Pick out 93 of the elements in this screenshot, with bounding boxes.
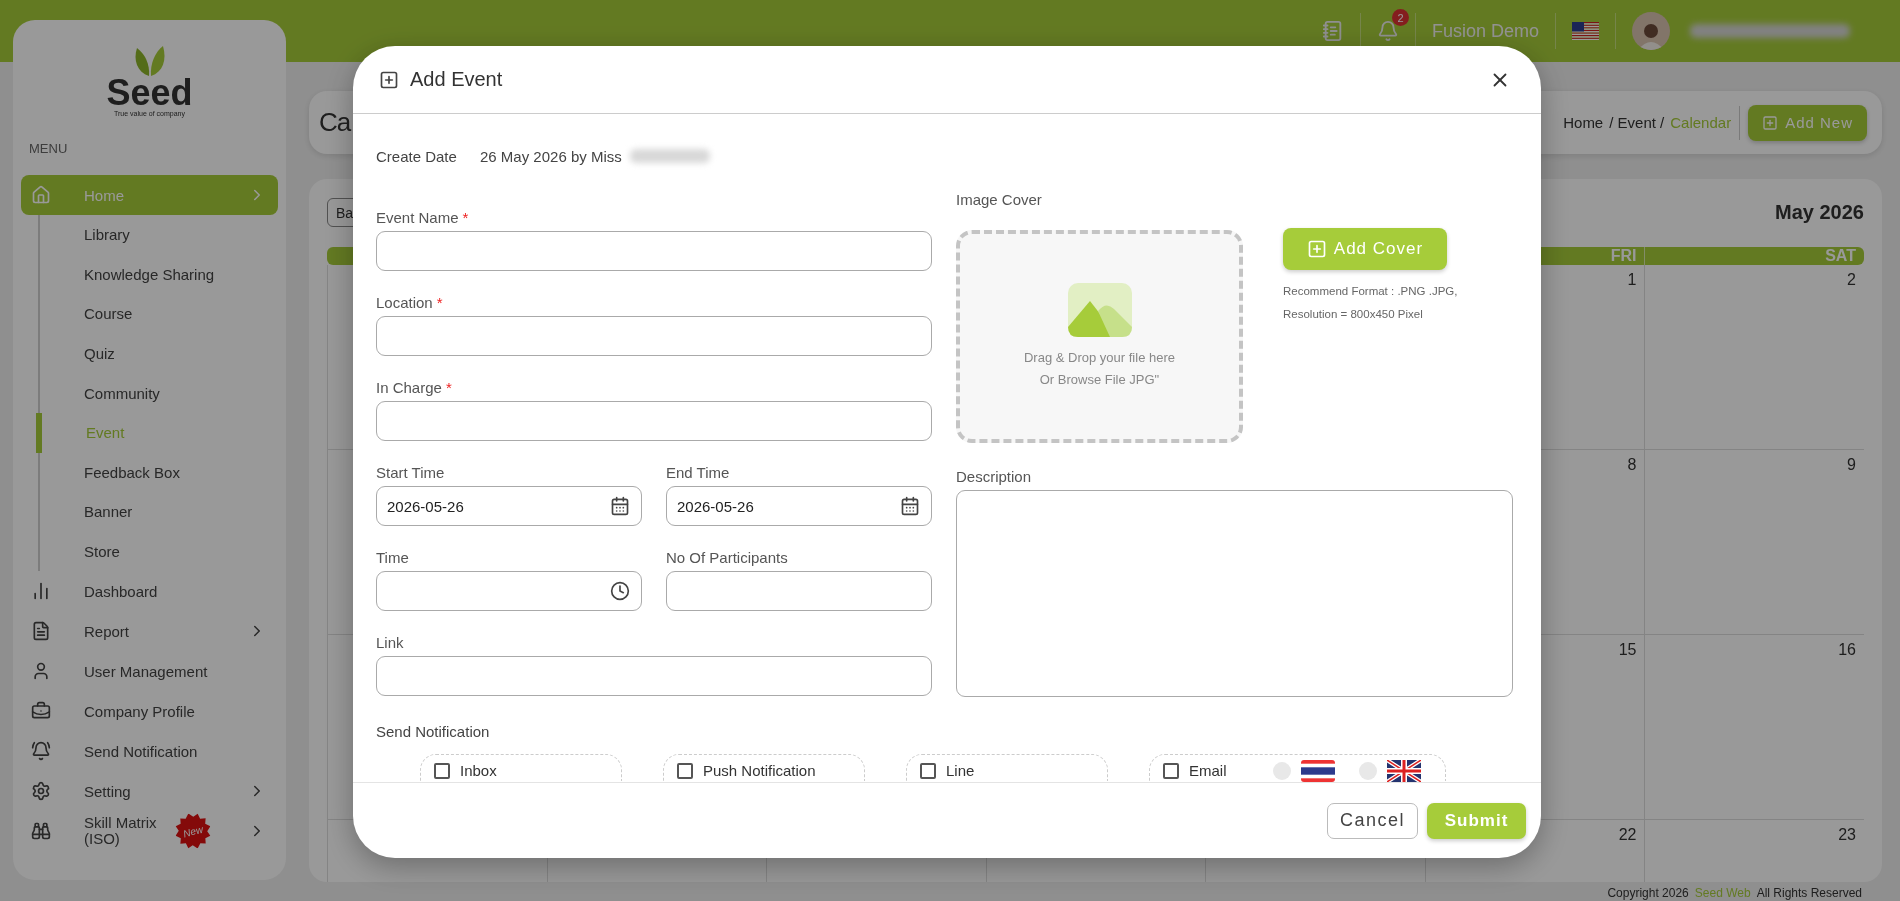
sidebar-subitem[interactable]: Library: [38, 215, 286, 255]
field-label: Start Time: [376, 463, 445, 483]
rights-text: All Rights Reserved: [1756, 886, 1862, 900]
breadcrumb-link[interactable]: Home: [1563, 114, 1604, 131]
plus-icon: [1762, 114, 1779, 131]
input-field[interactable]: [376, 231, 932, 271]
sidebar-subitem[interactable]: Course: [38, 294, 286, 334]
input-field[interactable]: [376, 401, 932, 441]
clock-icon[interactable]: [610, 581, 630, 601]
field-label: In Charge: [376, 378, 442, 398]
date-number[interactable]: 9: [1847, 456, 1856, 474]
weekday-label: FRI: [1610, 247, 1637, 265]
input-field[interactable]: [376, 571, 642, 611]
sidebar-subitem[interactable]: Quiz: [38, 333, 286, 374]
date-number[interactable]: 22: [1618, 826, 1637, 844]
date-number[interactable]: 16: [1838, 641, 1856, 659]
sidebar-item[interactable]: Setting: [21, 771, 278, 812]
input-field[interactable]: 2026-05-26: [666, 486, 932, 526]
required-mark: *: [445, 378, 452, 398]
sidebar-item[interactable]: Send Notification: [21, 731, 278, 772]
field-label: Link: [376, 633, 404, 653]
calendar-icon[interactable]: [610, 496, 630, 516]
settings-icon: [31, 781, 51, 802]
field-label: Location: [376, 293, 433, 313]
field-label: Description: [956, 467, 1032, 487]
create-date-value: 26 May 2026 by Miss: [480, 147, 622, 165]
binoculars-icon: [31, 821, 51, 842]
avatar[interactable]: [1632, 12, 1670, 50]
input-field[interactable]: 2026-05-26: [376, 486, 642, 526]
plus-icon: [1306, 239, 1327, 259]
menu-heading: MENU: [29, 141, 68, 156]
bar-chart-icon: [31, 581, 51, 602]
input-field[interactable]: [666, 571, 932, 611]
document-icon: [31, 621, 51, 642]
checkbox[interactable]: [434, 762, 450, 779]
checkbox-label: Line: [946, 762, 976, 779]
weekday-label: SAT: [1825, 247, 1856, 265]
sidebar-item[interactable]: Company Profile: [21, 691, 278, 732]
image-icon: [1067, 282, 1132, 337]
briefcase-icon: [31, 701, 51, 722]
home-icon: [31, 185, 51, 205]
required-mark: *: [436, 293, 443, 313]
checkbox[interactable]: [1163, 762, 1179, 779]
plus-icon: [379, 69, 399, 90]
field-label: End Time: [666, 463, 730, 483]
flag-icon: [1572, 22, 1599, 40]
input-field[interactable]: [376, 316, 932, 356]
checkbox[interactable]: [677, 762, 693, 779]
checkbox-label: Inbox: [460, 762, 498, 779]
sidebar-subitem[interactable]: Feedback Box: [38, 452, 286, 493]
book-icon[interactable]: [1321, 20, 1344, 42]
sidebar-subitem[interactable]: Store: [38, 531, 286, 572]
checkbox[interactable]: [920, 762, 936, 779]
sidebar-item[interactable]: Dashboard: [21, 571, 278, 612]
field-label: Image Cover: [956, 190, 1042, 210]
notification-badge: 2: [1391, 9, 1409, 26]
input-field[interactable]: [376, 656, 932, 696]
section-label: Send Notification: [376, 722, 491, 742]
checkbox-label: Push Notification: [703, 762, 816, 779]
month-title: May 2026: [1775, 201, 1864, 224]
sidebar-item[interactable]: Skill Matrix (ISO) New: [21, 811, 278, 852]
date-number[interactable]: 1: [1627, 271, 1637, 289]
copyright-text: Copyright 2026: [1607, 886, 1689, 900]
date-number[interactable]: 23: [1838, 826, 1856, 844]
page-title: Ca: [319, 107, 351, 138]
sidebar-subitem[interactable]: Community: [38, 373, 286, 413]
sidebar-subitem[interactable]: Knowledge Sharing: [38, 254, 286, 295]
brand-name: Seed: [106, 76, 193, 110]
image-dropzone[interactable]: Drag & Drop your file here Or Browse File JPG": [956, 230, 1243, 443]
bell-icon[interactable]: [1376, 20, 1399, 42]
sidebar-item[interactable]: User Management: [21, 651, 278, 692]
date-number[interactable]: 15: [1618, 641, 1637, 659]
field-label: No Of Participants: [666, 548, 788, 568]
cancel-button[interactable]: Cancel: [1327, 802, 1418, 839]
bell-icon: [31, 741, 51, 762]
resolution-note: Resolution = 800x450 Pixel: [1283, 307, 1424, 322]
flag-icon: [1387, 759, 1421, 782]
description-field[interactable]: [956, 490, 1513, 697]
modal-title: Add Event: [410, 68, 504, 91]
field-label: Event Name: [376, 208, 459, 228]
flag-icon: [1301, 759, 1335, 782]
create-date-label: Create Date: [376, 147, 458, 165]
checkbox-label: Email: [1189, 762, 1228, 779]
format-note: Recommend Format : .PNG .JPG,: [1283, 284, 1458, 299]
user-icon: [31, 661, 51, 682]
field-label: Time: [376, 548, 409, 568]
date-number[interactable]: 2: [1847, 271, 1856, 289]
sidebar-item[interactable]: Report: [21, 611, 278, 652]
sidebar-subitem[interactable]: Banner: [38, 492, 286, 532]
breadcrumb-link[interactable]: / Event /: [1609, 114, 1665, 131]
required-mark: *: [462, 208, 469, 228]
date-number[interactable]: 8: [1627, 456, 1637, 474]
calendar-icon[interactable]: [900, 496, 920, 516]
